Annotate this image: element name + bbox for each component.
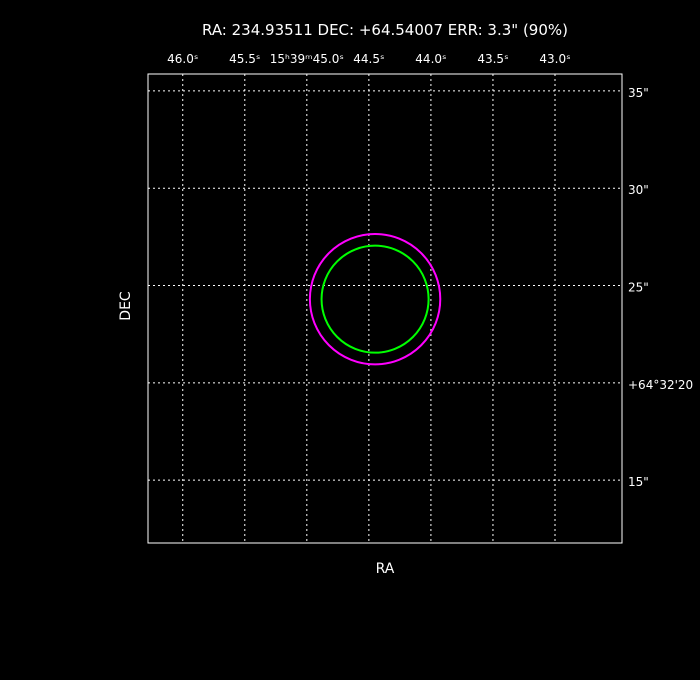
- grid-horizontal: [148, 90, 622, 481]
- y-tick-labels: 35" 30" 25" +64°32'20 15": [628, 86, 693, 489]
- x-tick-label: 43.0ˢ: [539, 52, 570, 66]
- y-tick-label: 25": [628, 281, 649, 295]
- y-tick-label: 35": [628, 86, 649, 100]
- x-tick-label: 15ʰ39ᵐ45.0ˢ: [270, 52, 344, 66]
- x-tick-label: 44.5ˢ: [353, 52, 384, 66]
- x-tick-label: 44.0ˢ: [415, 52, 446, 66]
- x-axis-label: RA: [376, 561, 395, 577]
- x-tick-labels: 46.0ˢ 45.5ˢ 15ʰ39ᵐ45.0ˢ 44.5ˢ 44.0ˢ 43.5ˢ 43.0…: [167, 52, 570, 66]
- outer-error-circle: [308, 232, 442, 366]
- y-axis-label: DEC: [118, 291, 134, 321]
- chart-title: RA: 234.93511 DEC: +64.54007 ERR: 3.3" (…: [202, 21, 568, 39]
- chart-canvas: RA: 234.93511 DEC: +64.54007 ERR: 3.3" (…: [118, 21, 693, 577]
- inner-error-circle: [320, 244, 430, 354]
- x-tick-label: 46.0ˢ: [167, 52, 198, 66]
- x-tick-label: 43.5ˢ: [477, 52, 508, 66]
- y-tick-label: 30": [628, 183, 649, 197]
- y-tick-label: +64°32'20: [628, 378, 693, 392]
- plot-frame: [147, 73, 623, 544]
- y-tick-label: 15": [628, 475, 649, 489]
- error-circles: [308, 232, 442, 366]
- grid-vertical: [182, 74, 556, 543]
- x-tick-label: 45.5ˢ: [229, 52, 260, 66]
